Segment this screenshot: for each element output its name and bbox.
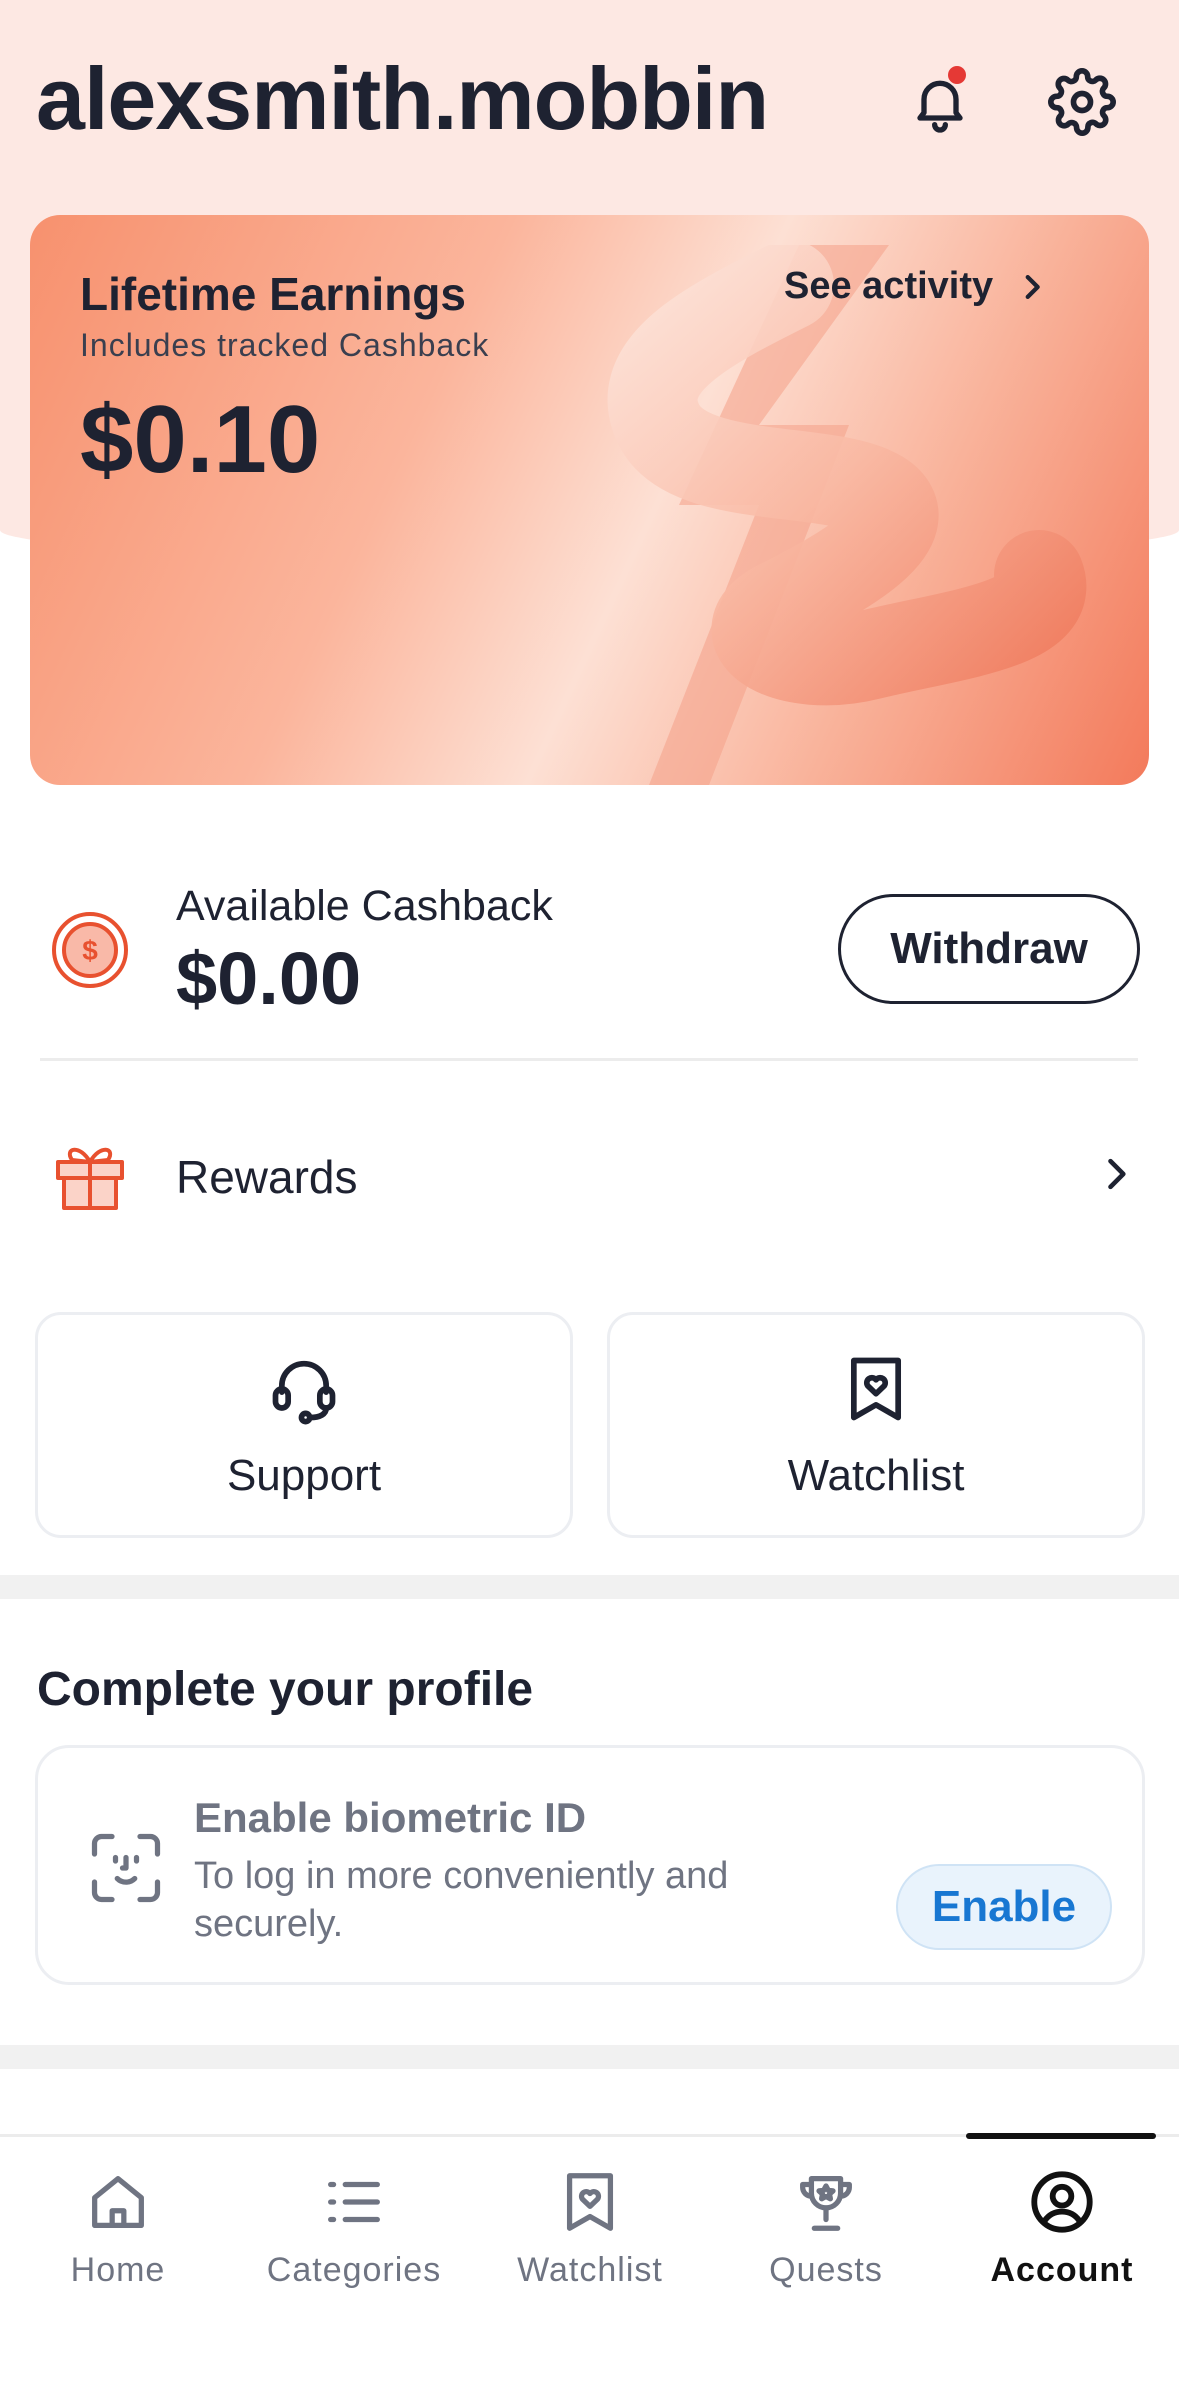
home-icon	[92, 2176, 144, 2228]
bookmark-heart-icon	[566, 2173, 614, 2231]
dollar-coin-icon: $	[52, 912, 128, 988]
earnings-amount: $0.10	[80, 386, 321, 493]
brand-logo-graphic	[607, 245, 1087, 785]
lifetime-earnings-card[interactable]: Lifetime Earnings Includes tracked Cashb…	[30, 215, 1149, 785]
tab-quests-label: Quests	[769, 2251, 883, 2289]
earnings-title: Lifetime Earnings	[80, 268, 466, 320]
trophy-icon	[800, 2176, 852, 2231]
bottom-tab-bar: Home Categories Watchlist Quests Account	[0, 2133, 1179, 2396]
complete-profile-title: Complete your profile	[37, 1663, 534, 1716]
tab-home[interactable]: Home	[0, 2137, 236, 2317]
gear-icon	[1048, 68, 1116, 136]
bookmark-heart-icon	[850, 1357, 902, 1421]
available-cashback-row: $ Available Cashback $0.00 Withdraw	[0, 860, 1179, 1060]
chevron-right-icon	[1025, 274, 1040, 299]
tab-home-label: Home	[70, 2251, 166, 2289]
earnings-subtitle: Includes tracked Cashback	[80, 327, 490, 363]
withdraw-button[interactable]: Withdraw	[838, 894, 1140, 1004]
tab-account-label: Account	[990, 2251, 1134, 2289]
chevron-right-icon	[1108, 1158, 1126, 1190]
section-separator	[0, 2045, 1179, 2069]
list-icon	[328, 2181, 380, 2223]
tab-categories-label: Categories	[266, 2251, 442, 2289]
watchlist-tile[interactable]: Watchlist	[607, 1312, 1145, 1538]
section-separator	[0, 1575, 1179, 1599]
notification-dot	[948, 66, 966, 84]
see-activity-label: See activity	[784, 265, 994, 307]
username-title: alexsmith.mobbin	[36, 49, 769, 148]
enable-biometric-button[interactable]: Enable	[896, 1864, 1112, 1950]
notifications-button[interactable]	[900, 62, 980, 142]
biometric-title: Enable biometric ID	[194, 1794, 587, 1841]
tab-watchlist-label: Watchlist	[517, 2251, 663, 2289]
face-id-icon	[91, 1833, 161, 1903]
tab-account[interactable]: Account	[944, 2137, 1179, 2317]
gift-icon	[56, 1147, 124, 1210]
tab-quests[interactable]: Quests	[708, 2137, 944, 2317]
header: alexsmith.mobbin	[0, 0, 1179, 210]
watchlist-label: Watchlist	[787, 1451, 965, 1500]
cashback-amount: $0.00	[176, 937, 362, 1020]
support-tile[interactable]: Support	[35, 1312, 573, 1538]
svg-text:$: $	[82, 935, 98, 966]
support-label: Support	[226, 1451, 382, 1500]
cashback-label: Available Cashback	[176, 882, 553, 930]
tab-watchlist[interactable]: Watchlist	[472, 2137, 708, 2317]
tab-categories[interactable]: Categories	[236, 2137, 472, 2317]
settings-button[interactable]	[1042, 62, 1122, 142]
rewards-row[interactable]: Rewards	[0, 1110, 1179, 1240]
headset-icon	[272, 1360, 336, 1425]
biometric-card: Enable biometric ID To log in more conve…	[35, 1745, 1145, 1985]
account-icon	[1031, 2171, 1093, 2233]
biometric-description: To log in more conveniently and securely…	[194, 1855, 729, 1945]
see-activity-link[interactable]: See activity	[784, 265, 1049, 308]
rewards-label: Rewards	[176, 1151, 358, 1203]
divider	[40, 1058, 1138, 1061]
